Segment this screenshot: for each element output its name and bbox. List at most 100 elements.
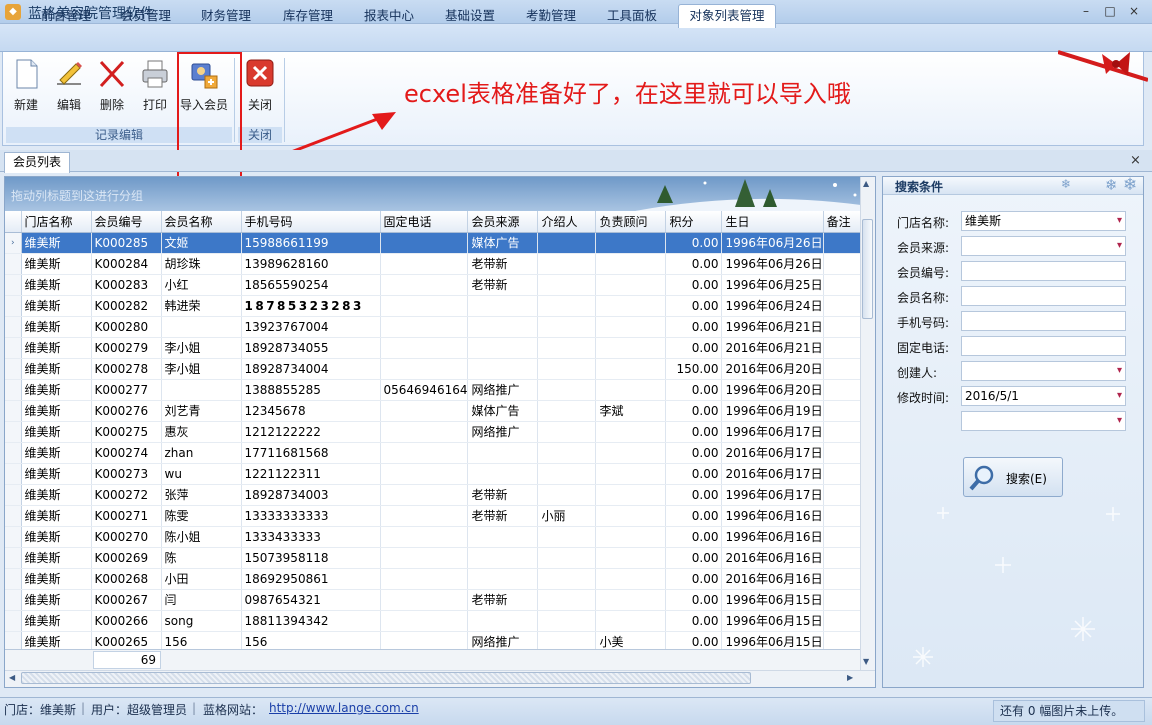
cell-source[interactable] [467, 526, 539, 548]
row-indicator[interactable] [5, 274, 22, 296]
table-row[interactable]: 维美斯 K000278 李小姐 18928734004 150.00 2016年06月20… [5, 358, 868, 380]
cell-landline[interactable] [380, 547, 469, 569]
cell-source[interactable] [467, 295, 539, 317]
cell-landline[interactable]: 05646946164 [380, 379, 469, 401]
cell-member-no[interactable]: K000266 [91, 610, 162, 632]
cell-source[interactable] [467, 337, 539, 359]
cell-referrer[interactable] [537, 568, 597, 590]
table-row[interactable]: 维美斯 K000267 闫 0987654321 老带新 0.00 1996年06月15日 [5, 589, 868, 611]
cell-store[interactable]: 维美斯 [21, 547, 92, 569]
cell-member-name[interactable]: 李小姐 [161, 337, 242, 359]
row-indicator[interactable] [5, 295, 22, 317]
cell-member-no[interactable]: K000283 [91, 274, 162, 296]
cell-birthday[interactable]: 1996年06月26日 [721, 253, 824, 275]
cell-member-name[interactable]: 惠灰 [161, 421, 242, 443]
cell-member-name[interactable]: 刘艺青 [161, 400, 242, 422]
search-field-member-name[interactable] [961, 286, 1126, 306]
cell-member-name[interactable]: 文姬 [161, 232, 242, 254]
cell-member-no[interactable]: K000268 [91, 568, 162, 590]
row-indicator[interactable] [5, 526, 22, 548]
cell-consultant[interactable] [595, 421, 667, 443]
table-row[interactable]: 维美斯 K000283 小红 18565590254 老带新 0.00 1996年06月25… [5, 274, 868, 296]
cell-source[interactable] [467, 610, 539, 632]
cell-store[interactable]: 维美斯 [21, 505, 92, 527]
table-row[interactable]: 维美斯 K000276 刘艺青 12345678 媒体广告 李斌 0.00 1996年06月1… [5, 400, 868, 422]
row-indicator[interactable] [5, 463, 22, 485]
cell-landline[interactable] [380, 295, 469, 317]
horizontal-scroll-thumb[interactable] [21, 672, 751, 684]
cell-consultant[interactable] [595, 442, 667, 464]
cell-mobile[interactable]: 13333333333 [241, 505, 381, 527]
row-indicator[interactable] [5, 358, 22, 380]
column-header-points[interactable]: 积分 [665, 211, 723, 233]
cell-source[interactable]: 老带新 [467, 484, 539, 506]
cell-store[interactable]: 维美斯 [21, 295, 92, 317]
column-header-consultant[interactable]: 负责顾问 [595, 211, 667, 233]
cell-mobile[interactable]: 13989628160 [241, 253, 381, 275]
cell-birthday[interactable]: 2016年06月21日 [721, 337, 824, 359]
cell-mobile[interactable]: 15988661199 [241, 232, 381, 254]
cell-referrer[interactable] [537, 295, 597, 317]
cell-member-name[interactable]: 韩进荣 [161, 295, 242, 317]
minimize-button[interactable]: – [1076, 3, 1096, 19]
cell-landline[interactable] [380, 610, 469, 632]
cell-points[interactable]: 0.00 [665, 232, 723, 254]
cell-member-no[interactable]: K000277 [91, 379, 162, 401]
table-row[interactable]: 维美斯 K000282 韩进荣 18785323283 0.00 1996年06月24日 [5, 295, 868, 317]
row-indicator[interactable] [5, 421, 22, 443]
search-field-landline[interactable] [961, 336, 1126, 356]
cell-member-no[interactable]: K000276 [91, 400, 162, 422]
cell-member-name[interactable]: song [161, 610, 242, 632]
search-field-extra[interactable]: ▾ [961, 411, 1126, 431]
cell-source[interactable] [467, 547, 539, 569]
tab-object-list[interactable]: 对象列表管理 [678, 4, 776, 28]
column-header-landline[interactable]: 固定电话 [380, 211, 469, 233]
cell-member-no[interactable]: K000285 [91, 232, 162, 254]
cell-points[interactable]: 150.00 [665, 358, 723, 380]
cell-birthday[interactable]: 1996年06月15日 [721, 589, 824, 611]
cell-referrer[interactable] [537, 253, 597, 275]
tab-finance[interactable]: 财务管理 [190, 6, 262, 28]
column-header-referrer[interactable]: 介绍人 [537, 211, 597, 233]
cell-consultant[interactable] [595, 547, 667, 569]
cell-points[interactable]: 0.00 [665, 274, 723, 296]
column-header-birthday[interactable]: 生日 [721, 211, 824, 233]
cell-birthday[interactable]: 2016年06月20日 [721, 358, 824, 380]
cell-source[interactable]: 老带新 [467, 274, 539, 296]
cell-source[interactable]: 网络推广 [467, 379, 539, 401]
cell-points[interactable]: 0.00 [665, 505, 723, 527]
tab-basic-settings[interactable]: 基础设置 [434, 6, 506, 28]
cell-consultant[interactable]: 李斌 [595, 400, 667, 422]
cell-member-no[interactable]: K000280 [91, 316, 162, 338]
cell-landline[interactable] [380, 337, 469, 359]
cell-birthday[interactable]: 2016年06月17日 [721, 463, 824, 485]
cell-referrer[interactable] [537, 526, 597, 548]
cell-member-no[interactable]: K000273 [91, 463, 162, 485]
cell-consultant[interactable] [595, 568, 667, 590]
cell-landline[interactable] [380, 253, 469, 275]
cell-member-no[interactable]: K000271 [91, 505, 162, 527]
cell-birthday[interactable]: 2016年06月16日 [721, 547, 824, 569]
cell-member-no[interactable]: K000270 [91, 526, 162, 548]
cell-points[interactable]: 0.00 [665, 484, 723, 506]
cell-member-name[interactable]: 张萍 [161, 484, 242, 506]
cell-consultant[interactable] [595, 274, 667, 296]
cell-member-name[interactable]: 陈小姐 [161, 526, 242, 548]
cell-mobile[interactable]: 18928734004 [241, 358, 381, 380]
cell-consultant[interactable] [595, 505, 667, 527]
cell-points[interactable]: 0.00 [665, 379, 723, 401]
cell-landline[interactable] [380, 232, 469, 254]
cell-birthday[interactable]: 1996年06月26日 [721, 232, 824, 254]
cell-source[interactable] [467, 316, 539, 338]
cell-referrer[interactable] [537, 463, 597, 485]
dropdown-arrow-icon[interactable]: ▾ [1117, 415, 1122, 427]
tab-inventory[interactable]: 库存管理 [272, 6, 344, 28]
search-field-store[interactable]: 维美斯 ▾ [961, 211, 1126, 231]
column-header-source[interactable]: 会员来源 [467, 211, 539, 233]
table-row[interactable]: › 维美斯 K000285 文姬 15988661199 媒体广告 0.00 1996年06月… [5, 232, 868, 254]
cell-store[interactable]: 维美斯 [21, 337, 92, 359]
table-row[interactable]: 维美斯 K000277 1388855285 05646946164 网络推广 0.00 1… [5, 379, 868, 401]
cell-member-name[interactable]: 陈 [161, 547, 242, 569]
cell-mobile[interactable]: 12345678 [241, 400, 381, 422]
table-row[interactable]: 维美斯 K000280 13923767004 0.00 1996年06月21日 [5, 316, 868, 338]
